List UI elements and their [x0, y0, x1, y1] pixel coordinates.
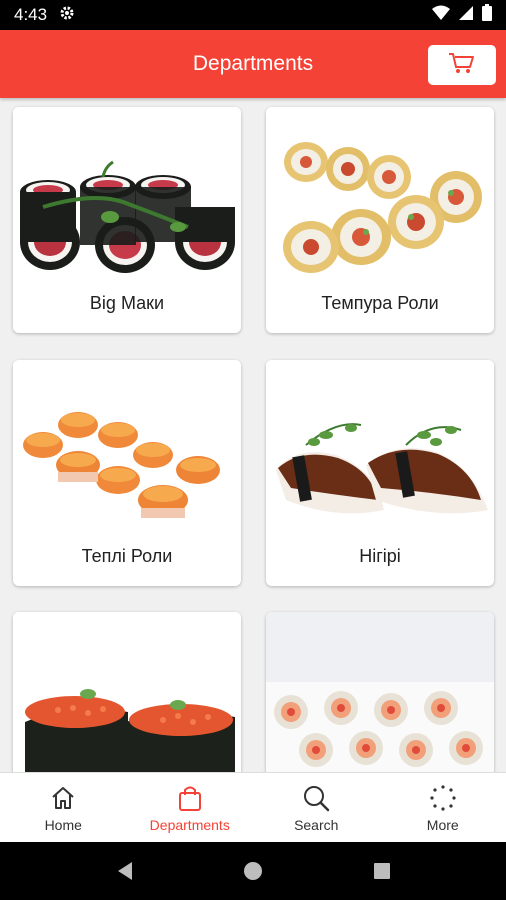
nav-label: Home — [44, 816, 82, 833]
department-image — [13, 107, 241, 273]
department-image — [13, 612, 241, 772]
settings-gear-icon — [59, 5, 75, 26]
department-label: Нігірі — [359, 545, 401, 566]
status-bar: 4:43 — [0, 0, 506, 30]
department-label: Big Маки — [89, 292, 165, 313]
battery-icon — [482, 4, 492, 26]
app-bar: Departments — [0, 30, 506, 98]
back-icon[interactable] — [114, 860, 134, 882]
nav-item-departments[interactable]: Departments — [127, 773, 254, 842]
department-card-tempura-rolls[interactable]: Темпура Роли — [266, 107, 494, 333]
nav-item-search[interactable]: Search — [253, 773, 380, 842]
wifi-icon — [432, 5, 450, 26]
nav-label: Search — [294, 816, 339, 833]
home-circle-icon[interactable] — [242, 860, 264, 882]
status-time: 4:43 — [14, 5, 48, 24]
system-nav-bar — [0, 842, 506, 900]
signal-icon — [458, 5, 474, 26]
department-card[interactable] — [13, 612, 241, 772]
recents-icon[interactable] — [372, 861, 392, 881]
more-icon — [430, 784, 456, 811]
department-image — [266, 612, 494, 772]
search-icon — [304, 785, 330, 811]
nav-item-more[interactable]: More — [380, 773, 506, 842]
department-card-big-maki[interactable]: Big Маки — [13, 107, 241, 333]
nav-label: Departments — [149, 816, 230, 833]
department-image — [13, 360, 241, 526]
department-image — [266, 107, 494, 273]
department-card[interactable] — [266, 612, 494, 772]
department-card-warm-rolls[interactable]: Теплі Роли — [13, 360, 241, 586]
home-icon — [52, 786, 74, 809]
departments-grid: Big Маки Темпура Роли Теплі Роли Нігірі — [0, 98, 506, 772]
page-title: Departments — [192, 52, 314, 75]
department-label: Теплі Роли — [81, 545, 173, 566]
department-image — [266, 360, 494, 526]
bag-icon — [178, 786, 201, 811]
cart-button[interactable] — [428, 45, 496, 85]
department-card-nigiri[interactable]: Нігірі — [266, 360, 494, 586]
department-label: Темпура Роли — [321, 292, 439, 313]
bottom-nav: Home Departments Search More — [0, 772, 506, 842]
cart-icon — [448, 51, 476, 80]
nav-item-home[interactable]: Home — [0, 773, 127, 842]
nav-label: More — [426, 816, 459, 833]
